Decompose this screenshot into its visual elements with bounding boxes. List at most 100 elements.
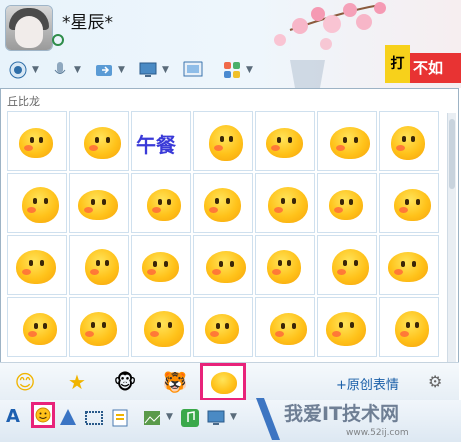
emoji-cell[interactable] <box>379 297 439 357</box>
tab-monkey-pack[interactable]: 🐵 <box>110 367 140 397</box>
remote-assist-icon <box>139 62 157 77</box>
qq-dragon-emoji <box>209 125 243 161</box>
emoji-cell[interactable] <box>193 297 253 357</box>
qq-dragon-emoji <box>16 250 56 284</box>
emoji-cell[interactable] <box>255 235 315 295</box>
emoji-cell[interactable] <box>255 173 315 233</box>
qq-dragon-emoji <box>205 314 239 344</box>
add-custom-emoji-link[interactable]: +原创表情 <box>336 374 399 393</box>
tab-tiger-pack[interactable]: 🐯 <box>160 367 190 397</box>
chevron-down-icon[interactable]: ▼ <box>32 65 39 75</box>
qq-dragon-emoji <box>144 311 184 347</box>
emoji-cell[interactable] <box>69 297 129 357</box>
emoji-cell[interactable] <box>317 173 377 233</box>
emoji-cell[interactable] <box>69 235 129 295</box>
screen-capture-icon[interactable] <box>206 408 228 428</box>
emoji-cell[interactable] <box>193 173 253 233</box>
star-icon: ★ <box>68 370 86 394</box>
qq-dragon-emoji <box>395 311 429 347</box>
emoji-cell[interactable] <box>7 235 67 295</box>
emoji-cell[interactable] <box>317 297 377 357</box>
tiger-icon: 🐯 <box>162 370 188 394</box>
watermark-url: www.52ij.com <box>346 428 409 438</box>
contact-name[interactable]: *星辰* <box>62 8 113 33</box>
emoji-cell[interactable] <box>193 111 253 171</box>
chevron-down-icon[interactable]: ▼ <box>162 65 169 75</box>
emoji-cell[interactable] <box>379 173 439 233</box>
microphone-icon <box>54 62 66 74</box>
ad-banner[interactable]: 打 不如 <box>385 45 461 83</box>
tab-favorites[interactable]: ★ <box>62 367 92 397</box>
watermark-text: 我爱IT技术网 <box>284 402 399 425</box>
emoji-scrollbar[interactable] <box>447 113 456 397</box>
qq-dragon-emoji <box>269 313 307 345</box>
qq-dragon-emoji <box>78 190 118 220</box>
tab-qq-dragon-pack[interactable] <box>200 363 246 401</box>
qq-dragon-emoji <box>388 252 428 282</box>
banner-right-text: 不如 <box>410 53 461 83</box>
online-status-icon[interactable] <box>52 34 64 46</box>
qq-dragon-emoji <box>393 189 431 221</box>
scrollbar-thumb[interactable] <box>449 119 455 189</box>
screen-share-icon <box>183 61 203 77</box>
qq-dragon-emoji <box>147 189 181 221</box>
qq-dragon-emoji <box>85 249 119 285</box>
tab-default-emoji[interactable]: 😊 <box>10 367 40 397</box>
qq-dragon-emoji <box>265 128 303 158</box>
site-watermark: 我爱IT技术网 www.52ij.com <box>256 398 409 440</box>
qq-dragon-emoji <box>203 188 241 222</box>
emoji-cell[interactable] <box>7 111 67 171</box>
emoji-cell[interactable] <box>69 173 129 233</box>
gear-icon[interactable]: ⚙ <box>428 372 442 391</box>
emoji-cell[interactable] <box>255 297 315 357</box>
chevron-down-icon[interactable]: ▼ <box>166 412 173 422</box>
emoji-cell[interactable]: 午餐 <box>131 111 191 171</box>
emoji-cell[interactable] <box>317 235 377 295</box>
qq-dragon-emoji <box>326 312 366 346</box>
emoji-cell[interactable] <box>131 173 191 233</box>
contact-avatar[interactable] <box>6 6 52 50</box>
smiley-icon <box>35 407 51 423</box>
font-button[interactable]: A <box>6 406 20 427</box>
emoji-cell[interactable] <box>131 235 191 295</box>
emoji-cell[interactable] <box>131 297 191 357</box>
emoji-cell[interactable] <box>317 111 377 171</box>
emoji-cell[interactable] <box>379 111 439 171</box>
qq-dragon-emoji <box>391 126 425 160</box>
chevron-down-icon[interactable]: ▼ <box>74 65 81 75</box>
monkey-icon: 🐵 <box>113 370 137 394</box>
qq-dragon-emoji <box>329 190 363 220</box>
emoji-cell[interactable] <box>7 173 67 233</box>
emoji-panel: 丘比龙 午餐 <box>0 88 459 400</box>
emoji-cell[interactable] <box>69 111 129 171</box>
smiley-icon: 😊 <box>14 370 36 394</box>
image-icon[interactable] <box>142 408 162 428</box>
chevron-down-icon[interactable]: ▼ <box>118 65 125 75</box>
apps-icon <box>224 62 240 78</box>
qq-dragon-icon <box>211 372 237 394</box>
emoji-cell[interactable] <box>193 235 253 295</box>
note-icon[interactable] <box>110 408 130 428</box>
qq-dragon-emoji <box>79 312 117 346</box>
chat-toolbar: ▼ ▼ ▼ ▼ ▼ <box>0 56 330 86</box>
magic-face-icon[interactable] <box>58 408 78 428</box>
qq-dragon-emoji <box>268 187 308 223</box>
chevron-down-icon[interactable]: ▼ <box>246 65 253 75</box>
qq-dragon-emoji <box>141 252 179 282</box>
emoji-button[interactable] <box>31 402 55 428</box>
qq-dragon-emoji <box>21 187 59 223</box>
qq-dragon-emoji <box>83 127 121 159</box>
qq-dragon-emoji <box>206 251 246 283</box>
music-icon[interactable] <box>180 408 200 428</box>
emoji-cell[interactable] <box>7 297 67 357</box>
emoji-pack-title: 丘比龙 <box>7 95 40 108</box>
qq-dragon-emoji <box>267 250 301 284</box>
banner-left-text: 打 <box>385 45 410 83</box>
send-file-icon <box>96 65 112 76</box>
emoji-cell[interactable] <box>255 111 315 171</box>
screenshot-icon[interactable] <box>84 408 104 428</box>
qq-dragon-emoji <box>330 127 370 159</box>
chevron-down-icon[interactable]: ▼ <box>230 412 237 422</box>
emoji-cell[interactable] <box>379 235 439 295</box>
qq-dragon-emoji <box>23 313 57 345</box>
